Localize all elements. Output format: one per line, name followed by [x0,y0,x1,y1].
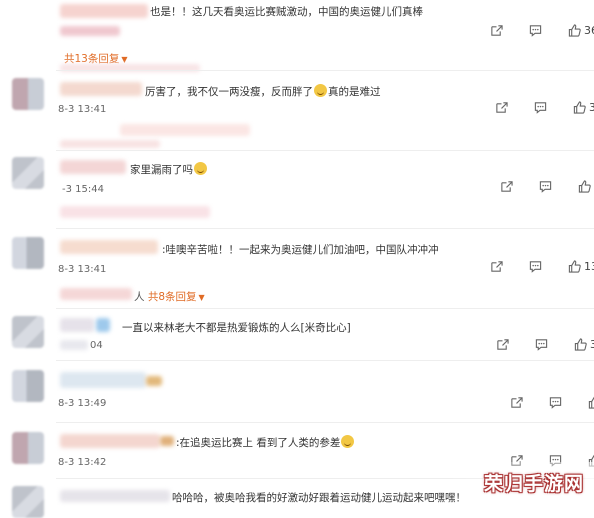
view-replies-link[interactable]: 人 共8条回复 ▼ [134,289,205,304]
like-count: 13 [584,260,594,273]
like-button[interactable]: 3 [574,338,594,351]
blurred-strip [120,124,250,136]
comment-icon [535,339,548,351]
like-count: 3 [590,338,594,351]
emoji-icon [341,435,355,448]
timestamp: 8-3 13:41 [58,104,107,115]
comment-button[interactable] [549,396,562,409]
comment-icon [529,25,542,37]
blurred-badge [96,318,110,332]
blurred-username [60,372,146,388]
blurred-badge [160,436,174,446]
comment-icon [529,261,542,273]
avatar[interactable] [12,237,44,269]
share-button[interactable] [490,24,503,37]
blurred-username [60,240,158,254]
reply-count-label: 共8条回复 [147,291,197,303]
comment-text: 哈哈哈，被奥哈我看的好激动好跟着运动健儿运动起来吧嘿嘿！ [172,492,466,504]
like-button[interactable]: 36 [568,24,594,37]
comment-actions: 13 [490,260,594,273]
comment-button[interactable] [535,338,548,351]
blurred-strip [60,140,160,148]
share-icon [497,339,509,350]
share-icon [511,397,523,408]
comment-button[interactable] [529,260,542,273]
like-count: 36 [584,24,594,37]
avatar[interactable] [12,78,44,110]
share-button[interactable] [495,101,508,114]
timestamp: 8-3 13:41 [58,264,107,275]
like-count: 37 [589,101,594,114]
thumbs-up-icon [568,260,581,273]
like-button[interactable]: 9 [578,180,594,193]
comment-actions: 37 [495,101,594,114]
caret-down-icon: ▼ [198,293,205,302]
avatar[interactable] [12,316,44,348]
avatar[interactable] [12,370,44,402]
blurred-username [60,318,94,332]
blurred-badge [146,376,162,386]
blurred-username [60,82,142,96]
like-button[interactable] [588,396,594,409]
caret-down-icon: ▼ [121,55,128,64]
emoji-icon [314,84,327,97]
comment-text: :哇噢辛苦啦！！一起来为奥运健儿们加油吧，中国队冲冲冲 [162,244,439,256]
timestamp: 04 [90,340,103,351]
comment-text: 家里漏雨了吗 [130,162,208,177]
blurred-strip [60,340,88,350]
share-button[interactable] [510,396,523,409]
share-button[interactable] [490,260,503,273]
thumbs-up-icon [574,338,587,351]
share-button[interactable] [500,180,513,193]
share-icon [501,181,513,192]
blurred-username [60,4,148,18]
share-icon [496,102,508,113]
timestamp: 8-3 13:42 [58,457,107,468]
comment-icon [534,102,547,114]
share-icon [491,25,503,36]
comment-text: :在追奥运比赛上 看到了人类的参差 [176,435,355,450]
blurred-username [60,288,132,300]
comment-button[interactable] [529,24,542,37]
timestamp: -3 15:44 [62,184,104,195]
comment-button[interactable] [539,180,552,193]
emoji-icon [194,162,207,175]
blurred-username [60,434,160,448]
comment-text: 也是！！这几天看奥运比赛贼激动，中国的奥运健儿们真棒 [150,6,423,18]
like-button[interactable]: 37 [573,101,594,114]
comment-actions [510,396,594,409]
thumbs-up-icon [573,101,586,114]
comment-button[interactable] [534,101,547,114]
avatar[interactable] [12,486,44,518]
comment-actions: 9 [500,180,594,193]
comment-text: 厉害了，我不仅一两没瘦，反而胖了 真的是难过 [145,84,381,98]
like-button[interactable]: 13 [568,260,594,273]
comment-text: 一直以来林老大不都是热爱锻炼的人么[米奇比心] [122,322,351,334]
share-icon [491,261,503,272]
share-button[interactable] [496,338,509,351]
blurred-username [60,160,126,174]
thumbs-up-icon [588,396,594,409]
site-watermark: 荣归手游网 [483,473,584,495]
comment-icon [549,397,562,409]
comment-icon [539,181,552,193]
comment-actions: 36 [490,24,594,37]
avatar[interactable] [12,157,44,189]
blurred-strip [60,206,210,218]
blurred-username [60,26,120,36]
blurred-username [60,490,170,502]
avatar[interactable] [12,432,44,464]
comment-actions: 3 [496,338,594,351]
thumbs-up-icon [568,24,581,37]
timestamp: 8-3 13:49 [58,398,107,409]
thumbs-up-icon [578,180,591,193]
